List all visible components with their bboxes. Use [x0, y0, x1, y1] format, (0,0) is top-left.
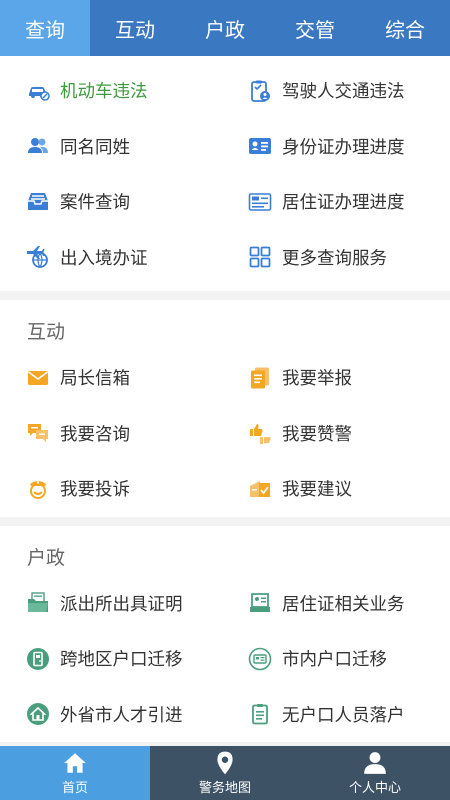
suggestion-item[interactable]: 我要建议: [222, 461, 450, 517]
city-migration-label: 市内户口迁移: [282, 650, 387, 671]
suggestion-label: 我要建议: [282, 480, 352, 501]
cross-region-migration-label: 跨地区户口迁移: [60, 650, 183, 671]
tab-household[interactable]: 户政: [180, 0, 270, 56]
thumbs-icon: [248, 421, 272, 445]
tab-query[interactable]: 查询: [0, 0, 90, 56]
clipboard-icon: [248, 702, 272, 726]
residence-business-item[interactable]: 居住证相关业务: [222, 576, 450, 632]
police-certificate-item[interactable]: 派出所出具证明: [0, 576, 222, 632]
residence-business-label: 居住证相关业务: [282, 594, 405, 615]
bottom-nav-home-label: 首页: [61, 781, 88, 796]
report-label: 我要举报: [282, 369, 352, 390]
case-query-label: 案件查询: [60, 193, 130, 214]
praise-police-label: 我要赞警: [282, 424, 352, 445]
home-icon: [64, 753, 86, 773]
interact-section-title: 互动: [27, 321, 66, 343]
director-mailbox-item[interactable]: 局长信箱: [0, 350, 222, 406]
id-card-progress-label: 身份证办理进度: [282, 137, 405, 158]
residence-permit-progress-item[interactable]: 居住证办理进度: [222, 174, 450, 230]
car-icon: [26, 79, 50, 103]
police-face-icon: [26, 477, 50, 501]
id-card-icon: [248, 134, 272, 158]
chat-icon: [26, 421, 50, 445]
card-circle-icon: [248, 647, 272, 671]
card-stand-icon: [248, 591, 272, 615]
top-tab-bar: 查询 互动 户政 交管 综合: [0, 0, 450, 56]
users-icon: [26, 134, 50, 158]
cross-region-migration-item[interactable]: 跨地区户口迁移: [0, 631, 222, 687]
consult-label: 我要咨询: [60, 424, 130, 445]
user-icon: [364, 752, 386, 774]
praise-police-item[interactable]: 我要赞警: [222, 406, 450, 462]
interact-section: 互动 局长信箱 我要举报 我要咨询 我要赞警 我要投诉 我要建议: [0, 300, 450, 517]
tab-general[interactable]: 综合: [360, 0, 450, 56]
main-content: 机动车违法 驾驶人交通违法 同名同姓 身份证办理进度 案件查询 居住证办理进度 …: [0, 56, 450, 746]
exit-entry-label: 出入境办证: [60, 248, 148, 269]
grid-icon: [248, 245, 272, 269]
city-migration-item[interactable]: 市内户口迁移: [222, 631, 450, 687]
map-pin-icon: [217, 751, 233, 775]
house-circle-icon: [26, 702, 50, 726]
complaint-item[interactable]: 我要投诉: [0, 461, 222, 517]
bottom-nav-profile-label: 个人中心: [348, 781, 401, 796]
clipboard-user-icon: [248, 79, 272, 103]
tab-interact[interactable]: 互动: [90, 0, 180, 56]
director-mailbox-label: 局长信箱: [60, 369, 130, 390]
police-certificate-label: 派出所出具证明: [60, 594, 183, 615]
driver-violation-label: 驾驶人交通违法: [282, 82, 405, 103]
driver-violation-item[interactable]: 驾驶人交通违法: [222, 63, 450, 119]
residence-permit-progress-label: 居住证办理进度: [282, 193, 405, 214]
bottom-nav-home[interactable]: 首页: [0, 746, 150, 800]
bottom-nav-bar: 首页 警务地图 个人中心: [0, 746, 450, 800]
query-section: 机动车违法 驾驶人交通违法 同名同姓 身份证办理进度 案件查询 居住证办理进度 …: [0, 56, 450, 291]
more-query-label: 更多查询服务: [282, 248, 387, 269]
vehicle-violation-item[interactable]: 机动车违法: [0, 63, 222, 119]
same-name-label: 同名同姓: [60, 137, 130, 158]
vehicle-violation-label: 机动车违法: [60, 82, 148, 103]
exit-entry-item[interactable]: 出入境办证: [0, 230, 222, 286]
case-query-item[interactable]: 案件查询: [0, 174, 222, 230]
mail-icon: [26, 366, 50, 390]
document-icon: [248, 366, 272, 390]
folder-doc-icon: [26, 591, 50, 615]
talent-introduction-item[interactable]: 外省市人才引进: [0, 687, 222, 743]
talent-introduction-label: 外省市人才引进: [60, 705, 183, 726]
suggestion-box-icon: [248, 477, 272, 501]
complaint-label: 我要投诉: [60, 480, 130, 501]
unregistered-settlement-label: 无户口人员落户: [282, 705, 405, 726]
unregistered-settlement-item[interactable]: 无户口人员落户: [222, 687, 450, 743]
bottom-nav-map-label: 警务地图: [198, 781, 251, 796]
tab-traffic[interactable]: 交管: [270, 0, 360, 56]
door-circle-icon: [26, 647, 50, 671]
bottom-nav-map[interactable]: 警务地图: [150, 746, 300, 800]
report-item[interactable]: 我要举报: [222, 350, 450, 406]
plane-globe-icon: [26, 245, 50, 269]
consult-item[interactable]: 我要咨询: [0, 406, 222, 462]
bottom-nav-profile[interactable]: 个人中心: [300, 746, 450, 800]
household-section-title: 户政: [27, 546, 66, 569]
household-section: 户政 派出所出具证明 居住证相关业务 跨地区户口迁移 市内户口迁移 外省市人才引…: [0, 525, 450, 743]
more-query-item[interactable]: 更多查询服务: [222, 230, 450, 286]
residence-card-icon: [248, 190, 272, 214]
id-card-progress-item[interactable]: 身份证办理进度: [222, 119, 450, 175]
inbox-icon: [26, 190, 50, 214]
same-name-item[interactable]: 同名同姓: [0, 119, 222, 175]
